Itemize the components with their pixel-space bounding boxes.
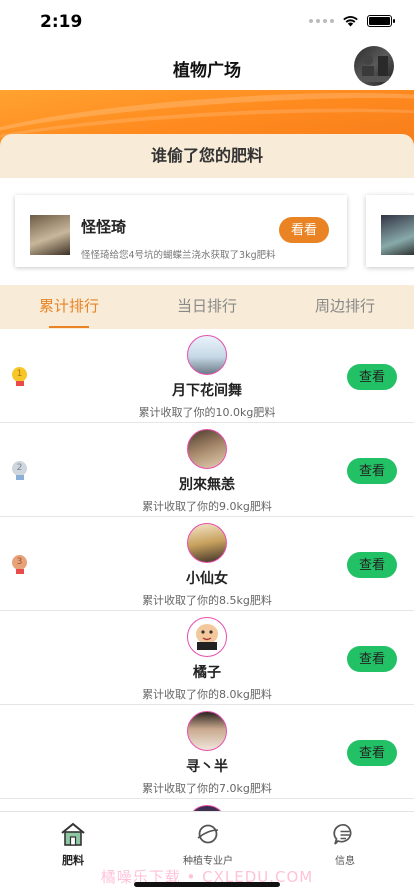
ranking-tabs: 累计排行 当日排行 周边排行 <box>0 285 414 329</box>
tab-nearby[interactable]: 周边排行 <box>276 285 414 329</box>
look-button[interactable]: 看看 <box>279 217 329 243</box>
thief-avatar-next <box>381 215 414 255</box>
thief-section-title: 谁偷了您的肥料 <box>150 146 263 165</box>
avatar-cartoon-icon <box>196 624 218 650</box>
home-icon <box>61 822 85 846</box>
tab-grower-label: 种植专业户 <box>183 856 233 867</box>
view-button[interactable]: 查看 <box>347 552 397 578</box>
tab-daily[interactable]: 当日排行 <box>138 285 276 329</box>
avatar[interactable] <box>187 429 227 469</box>
list-item[interactable]: 寻丶半 累计收取了你的7.0kg肥料 查看 <box>0 705 414 799</box>
rank-description: 累计收取了你的7.0kg肥料 <box>142 782 272 795</box>
list-item[interactable]: 2 別來無恙 累计收取了你的9.0kg肥料 查看 <box>0 423 414 517</box>
message-icon <box>333 823 352 845</box>
avatar-photo-icon <box>358 55 390 82</box>
status-bar: 2:19 <box>0 0 414 44</box>
user-avatar[interactable] <box>354 46 394 86</box>
rank-description: 累计收取了你的8.5kg肥料 <box>142 594 272 607</box>
rank-description: 累计收取了你的8.0kg肥料 <box>142 688 272 701</box>
nav-header: 植物广场 <box>0 44 414 90</box>
avatar[interactable] <box>187 711 227 751</box>
list-item[interactable]: 3 小仙女 累计收取了你的8.5kg肥料 查看 <box>0 517 414 611</box>
avatar[interactable] <box>187 617 227 657</box>
ranking-list[interactable]: 1 月下花间舞 累计收取了你的10.0kg肥料 查看 2 別來無恙 累计收取了你… <box>0 329 414 811</box>
list-item[interactable] <box>0 799 414 811</box>
tab-fertilizer[interactable]: 肥料 <box>23 822 123 868</box>
signal-icon <box>309 19 334 23</box>
tab-cumulative[interactable]: 累计排行 <box>0 285 138 329</box>
tab-messages[interactable]: 信息 <box>295 822 395 867</box>
avatar[interactable] <box>187 335 227 375</box>
list-item[interactable]: 1 月下花间舞 累计收取了你的10.0kg肥料 查看 <box>0 329 414 423</box>
view-button[interactable]: 查看 <box>347 740 397 766</box>
home-indicator <box>134 882 280 887</box>
avatar[interactable] <box>187 523 227 563</box>
thief-avatar <box>30 215 70 255</box>
thief-card[interactable]: 怪怪琦 怪怪琦给您4号坑的蝴蝶兰浇水获取了3kg肥料 看看 <box>15 195 347 267</box>
thief-card-next[interactable] <box>366 195 414 267</box>
status-icons <box>309 15 395 27</box>
thief-name: 怪怪琦 <box>81 218 127 236</box>
rank-description: 累计收取了你的9.0kg肥料 <box>142 500 272 513</box>
battery-icon <box>367 15 395 27</box>
view-button[interactable]: 查看 <box>347 364 397 390</box>
view-button[interactable]: 查看 <box>347 646 397 672</box>
page-title: 植物广场 <box>173 61 241 81</box>
tab-grower[interactable]: 种植专业户 <box>158 822 258 867</box>
planet-icon <box>197 824 219 844</box>
wifi-icon <box>343 16 358 27</box>
list-item[interactable]: 橘子 累计收取了你的8.0kg肥料 查看 <box>0 611 414 705</box>
tab-messages-label: 信息 <box>335 856 355 867</box>
thief-description: 怪怪琦给您4号坑的蝴蝶兰浇水获取了3kg肥料 <box>81 250 276 261</box>
rank-description: 累计收取了你的10.0kg肥料 <box>138 406 276 419</box>
status-time: 2:19 <box>40 12 83 32</box>
view-button[interactable]: 查看 <box>347 458 397 484</box>
thief-carousel[interactable]: 怪怪琦 怪怪琦给您4号坑的蝴蝶兰浇水获取了3kg肥料 看看 <box>0 178 414 282</box>
thief-section-header: 谁偷了您的肥料 <box>0 134 414 178</box>
